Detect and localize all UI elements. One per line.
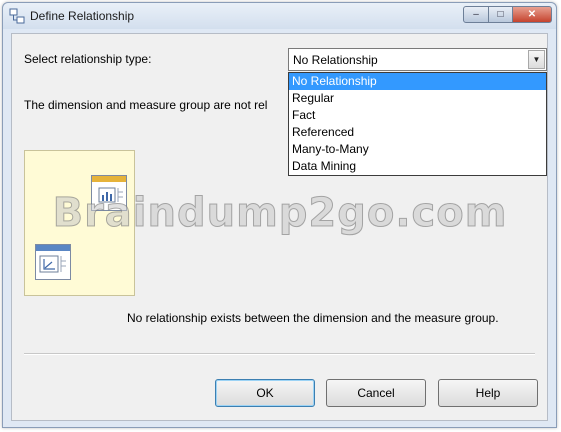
title-bar[interactable]: Define Relationship – □ ✕: [3, 3, 556, 29]
relationship-type-label: Select relationship type:: [24, 52, 152, 66]
chevron-down-icon[interactable]: ▼: [528, 50, 545, 69]
axis-chart-icon: [39, 255, 66, 273]
ok-button[interactable]: OK: [215, 379, 315, 407]
dropdown-option-data-mining[interactable]: Data Mining: [289, 158, 546, 175]
dropdown-option-referenced[interactable]: Referenced: [289, 124, 546, 141]
relationship-type-value: No Relationship: [293, 53, 378, 67]
window-title: Define Relationship: [30, 9, 135, 23]
dropdown-option-regular[interactable]: Regular: [289, 90, 546, 107]
separator: [24, 353, 535, 355]
relationship-diagram: [24, 150, 135, 296]
relationship-type-select[interactable]: No Relationship ▼: [288, 48, 547, 71]
bar-chart-icon: [98, 187, 123, 203]
close-button[interactable]: ✕: [512, 6, 552, 23]
measure-group-table: [91, 175, 127, 211]
relationship-message: No relationship exists between the dimen…: [127, 311, 499, 325]
dropdown-option-no-relationship[interactable]: No Relationship: [289, 73, 546, 90]
dropdown-option-many-to-many[interactable]: Many-to-Many: [289, 141, 546, 158]
define-relationship-dialog: Define Relationship – □ ✕ Select relatio…: [2, 2, 557, 428]
help-button[interactable]: Help: [438, 379, 538, 407]
dialog-body: Select relationship type: No Relationshi…: [11, 33, 548, 421]
dropdown-option-fact[interactable]: Fact: [289, 107, 546, 124]
dimension-table: [35, 244, 71, 280]
relationship-type-dropdown: No Relationship Regular Fact Referenced …: [288, 72, 547, 176]
relationship-status-text: The dimension and measure group are not …: [24, 98, 268, 112]
relationship-icon: [9, 8, 25, 24]
maximize-button[interactable]: □: [488, 6, 513, 23]
minimize-button[interactable]: –: [463, 6, 489, 23]
cancel-button[interactable]: Cancel: [326, 379, 426, 407]
